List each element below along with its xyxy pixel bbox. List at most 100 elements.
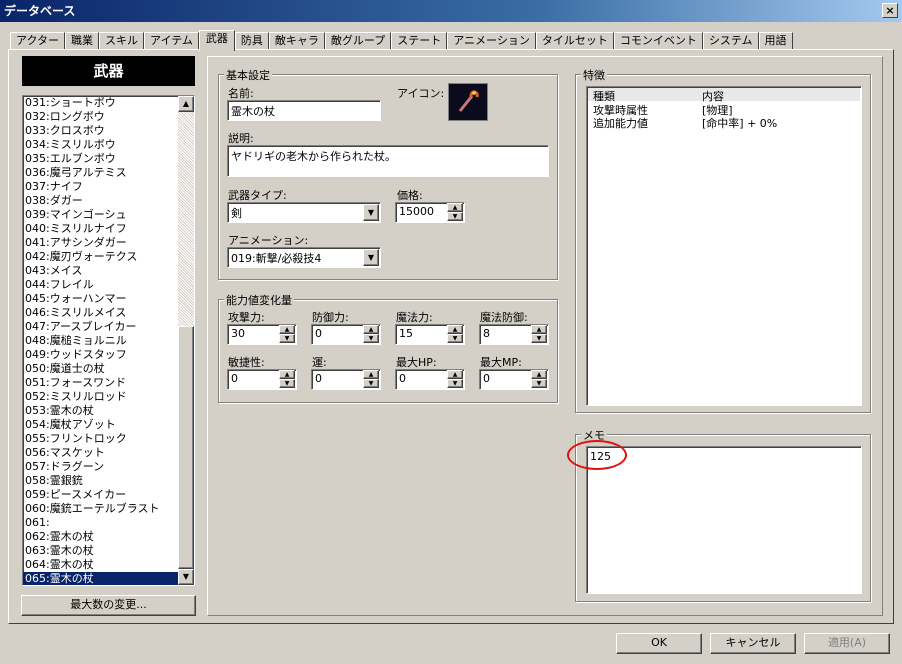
list-item[interactable]: 042:魔刃ヴォーテクス xyxy=(23,250,178,264)
tab-6[interactable]: 敵キャラ xyxy=(268,32,325,50)
tab-9[interactable]: アニメーション xyxy=(447,32,536,50)
param-spinner[interactable]: ▲ ▼ xyxy=(531,325,547,344)
weapon-list[interactable]: 031:ショートボウ 032:ロングボウ 033:クロスボウ 034:ミスリルボウ 03… xyxy=(22,95,195,586)
tab-2[interactable]: スキル xyxy=(99,32,145,50)
chevron-down-icon[interactable]: ▼ xyxy=(363,204,379,221)
scroll-down-button[interactable]: ▼ xyxy=(178,569,194,585)
spin-down-icon[interactable]: ▼ xyxy=(363,379,379,388)
list-item[interactable]: 043:メイス xyxy=(23,264,178,278)
price-input[interactable]: 15000 ▲ ▼ xyxy=(395,202,465,223)
list-item[interactable]: 040:ミスリルナイフ xyxy=(23,222,178,236)
scroll-up-button[interactable]: ▲ xyxy=(178,96,194,112)
list-item[interactable]: 051:フォースワンド xyxy=(23,376,178,390)
list-item[interactable]: 060:魔銃エーテルブラスト xyxy=(23,502,178,516)
chevron-down-icon[interactable]: ▼ xyxy=(363,249,379,266)
tab-8[interactable]: ステート xyxy=(391,32,448,50)
tab-12[interactable]: システム xyxy=(702,32,759,50)
scroll-thumb[interactable] xyxy=(178,326,194,569)
list-item[interactable]: 064:霊木の杖 xyxy=(23,558,178,572)
list-scrollbar[interactable]: ▲ ▼ xyxy=(178,96,194,585)
tab-11[interactable]: コモンイベント xyxy=(613,32,703,50)
spin-up-icon[interactable]: ▲ xyxy=(531,370,547,379)
param-input[interactable]: 0 ▲ ▼ xyxy=(311,324,381,345)
param-spinner[interactable]: ▲ ▼ xyxy=(363,370,379,389)
param-input[interactable]: 8 ▲ ▼ xyxy=(479,324,549,345)
list-item[interactable]: 039:マインゴーシュ xyxy=(23,208,178,222)
list-item[interactable]: 038:ダガー xyxy=(23,194,178,208)
tab-1[interactable]: 職業 xyxy=(65,32,100,50)
tab-7[interactable]: 敵グループ xyxy=(324,32,392,50)
list-item[interactable]: 056:マスケット xyxy=(23,446,178,460)
spin-down-icon[interactable]: ▼ xyxy=(447,334,463,343)
description-input[interactable]: ヤドリギの老木から作られた杖。 xyxy=(227,145,549,177)
list-item[interactable]: 050:魔道士の杖 xyxy=(23,362,178,376)
spin-down-icon[interactable]: ▼ xyxy=(279,379,295,388)
list-item[interactable]: 063:霊木の杖 xyxy=(23,544,178,558)
weapon-type-select[interactable]: 剣 ▼ xyxy=(227,202,381,223)
list-item[interactable]: 052:ミスリルロッド xyxy=(23,390,178,404)
list-item[interactable]: 036:魔弓アルテミス xyxy=(23,166,178,180)
list-item[interactable]: 058:霊銀銃 xyxy=(23,474,178,488)
list-item[interactable]: 046:ミスリルメイス xyxy=(23,306,178,320)
spin-up-icon[interactable]: ▲ xyxy=(447,203,463,212)
list-item[interactable]: 045:ウォーハンマー xyxy=(23,292,178,306)
param-spinner[interactable]: ▲ ▼ xyxy=(363,325,379,344)
animation-select[interactable]: 019:斬撃/必殺技4 ▼ xyxy=(227,247,381,268)
param-input[interactable]: 0 ▲ ▼ xyxy=(311,369,381,390)
param-input[interactable]: 15 ▲ ▼ xyxy=(395,324,465,345)
list-item[interactable]: 033:クロスボウ xyxy=(23,124,178,138)
param-spinner[interactable]: ▲ ▼ xyxy=(447,325,463,344)
param-spinner[interactable]: ▲ ▼ xyxy=(279,370,295,389)
spin-down-icon[interactable]: ▼ xyxy=(447,379,463,388)
list-item[interactable]: 034:ミスリルボウ xyxy=(23,138,178,152)
spin-down-icon[interactable]: ▼ xyxy=(363,334,379,343)
tab-13[interactable]: 用語 xyxy=(758,32,793,50)
spin-up-icon[interactable]: ▲ xyxy=(363,370,379,379)
list-item[interactable]: 048:魔槌ミョルニル xyxy=(23,334,178,348)
list-item[interactable]: 035:エルブンボウ xyxy=(23,152,178,166)
spin-up-icon[interactable]: ▲ xyxy=(279,370,295,379)
param-spinner[interactable]: ▲ ▼ xyxy=(531,370,547,389)
list-item[interactable]: 049:ウッドスタッフ xyxy=(23,348,178,362)
list-item[interactable]: 061: xyxy=(23,516,178,530)
tab-0[interactable]: アクター xyxy=(10,32,66,50)
trait-content[interactable]: [命中率] + 0% xyxy=(702,115,777,131)
spin-up-icon[interactable]: ▲ xyxy=(279,325,295,334)
list-item[interactable]: 044:フレイル xyxy=(23,278,178,292)
list-item[interactable]: 032:ロングボウ xyxy=(23,110,178,124)
list-item[interactable]: 053:霊木の杖 xyxy=(23,404,178,418)
list-item[interactable]: 062:霊木の杖 xyxy=(23,530,178,544)
cancel-button[interactable]: キャンセル xyxy=(710,633,796,654)
param-spinner[interactable]: ▲ ▼ xyxy=(447,370,463,389)
spin-up-icon[interactable]: ▲ xyxy=(447,370,463,379)
spin-down-icon[interactable]: ▼ xyxy=(447,212,463,221)
spin-down-icon[interactable]: ▼ xyxy=(531,379,547,388)
list-item[interactable]: 041:アサシンダガー xyxy=(23,236,178,250)
param-spinner[interactable]: ▲ ▼ xyxy=(279,325,295,344)
list-item[interactable]: 055:フリントロック xyxy=(23,432,178,446)
list-item[interactable]: 054:魔杖アゾット xyxy=(23,418,178,432)
param-input[interactable]: 0 ▲ ▼ xyxy=(395,369,465,390)
list-item[interactable]: 037:ナイフ xyxy=(23,180,178,194)
list-item[interactable]: 059:ピースメイカー xyxy=(23,488,178,502)
apply-button[interactable]: 適用(A) xyxy=(804,633,890,654)
param-input[interactable]: 0 ▲ ▼ xyxy=(227,369,297,390)
close-button[interactable]: × xyxy=(882,3,898,18)
trait-type[interactable]: 追加能力値 xyxy=(593,115,648,131)
spin-up-icon[interactable]: ▲ xyxy=(447,325,463,334)
list-item[interactable]: 047:アースブレイカー xyxy=(23,320,178,334)
tab-5[interactable]: 防具 xyxy=(234,32,269,50)
spin-down-icon[interactable]: ▼ xyxy=(531,334,547,343)
memo-input[interactable]: 125 xyxy=(586,446,862,594)
name-input[interactable]: 霊木の杖 xyxy=(227,100,381,121)
spin-up-icon[interactable]: ▲ xyxy=(531,325,547,334)
tab-3[interactable]: アイテム xyxy=(144,32,199,50)
traits-list[interactable]: 種類 内容 攻撃時属性 [物理] 追加能力値 [命中率] + 0% xyxy=(586,86,862,406)
spin-up-icon[interactable]: ▲ xyxy=(363,325,379,334)
price-spinner[interactable]: ▲ ▼ xyxy=(447,203,463,222)
param-input[interactable]: 30 ▲ ▼ xyxy=(227,324,297,345)
tab-10[interactable]: タイルセット xyxy=(535,32,614,50)
list-item[interactable]: 031:ショートボウ xyxy=(23,96,178,110)
list-item[interactable]: 065:霊木の杖 xyxy=(23,572,178,585)
spin-down-icon[interactable]: ▼ xyxy=(279,334,295,343)
